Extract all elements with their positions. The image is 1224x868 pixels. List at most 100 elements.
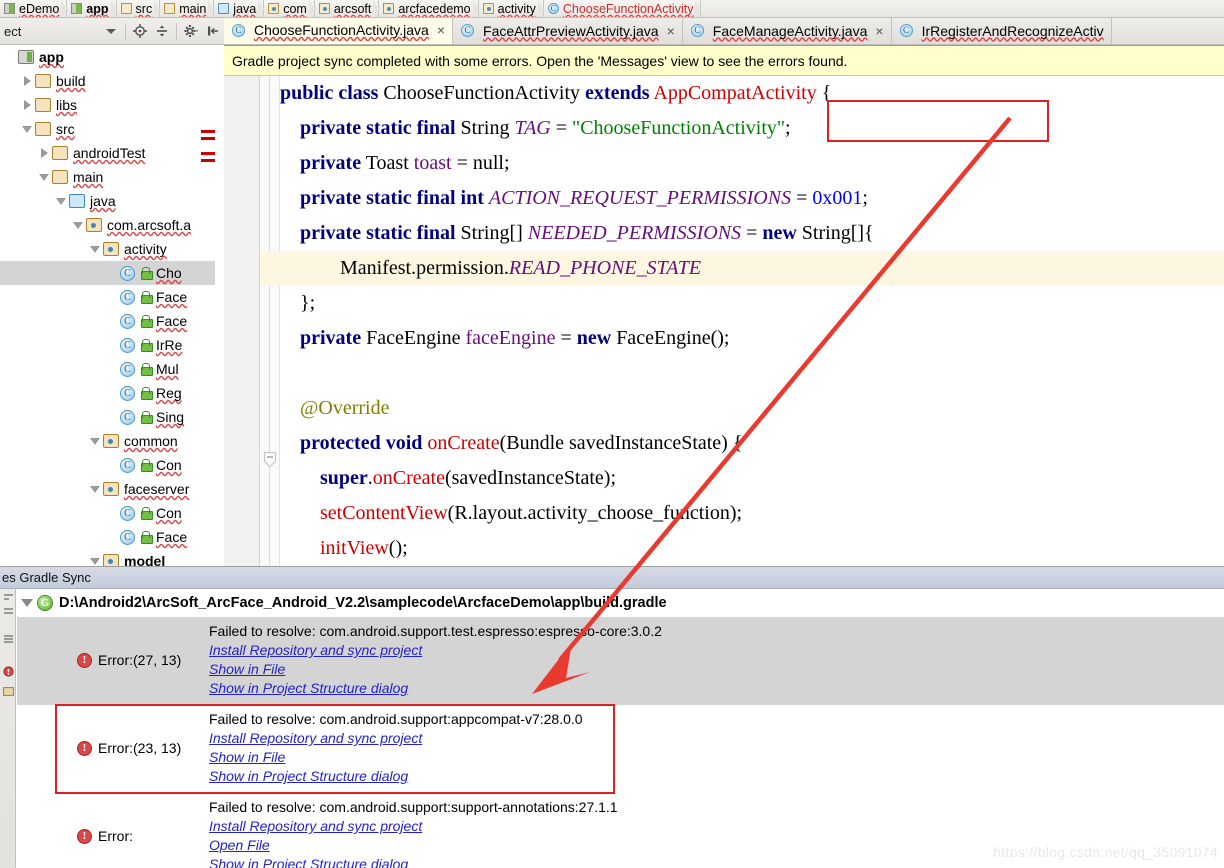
error-stripe [201,130,215,133]
tree-item-cho[interactable]: C Cho [0,261,215,285]
tree-item-build[interactable]: build [0,69,215,93]
error-action-link-install-repository-and-sync-project[interactable]: Install Repository and sync project [209,817,422,836]
breadcrumb-item-java[interactable]: java [214,0,265,17]
error-action-link-show-in-project-structure-dialog[interactable]: Show in Project Structure dialog [209,855,408,868]
tree-item-label: Face [156,529,188,545]
panel-side-toolbar[interactable] [0,589,16,868]
folder-icon [35,98,51,112]
error-action-link-show-in-file[interactable]: Show in File [209,660,285,679]
error-action-link-install-repository-and-sync-project[interactable]: Install Repository and sync project [209,641,422,660]
locate-icon[interactable] [129,20,151,42]
chevron-down-icon[interactable] [87,245,103,253]
chevron-down-icon[interactable] [87,485,103,493]
tree-item-sing[interactable]: C Sing [0,405,215,429]
tree-item-face[interactable]: C Face [0,525,215,549]
chevron-right-icon[interactable] [19,100,35,110]
expand-arrow-icon[interactable] [17,599,37,607]
tree-item-androidtest[interactable]: androidTest [0,141,215,165]
tree-item-common[interactable]: common [0,429,215,453]
editor-tab-choosefunctionactivity[interactable]: C ChooseFunctionActivity.java × [224,18,454,44]
breadcrumb-item-app[interactable]: app [67,0,117,17]
gradle-sync-panel-title: es Gradle Sync [0,567,1224,589]
expand-icon[interactable] [3,605,14,616]
breadcrumb-item-choosefunctionactivity[interactable]: C ChooseFunctionActivity [543,0,702,17]
watermark: https://blog.csdn.net/qq_35091074 [993,844,1218,860]
tree-item-label: app [39,49,64,65]
tree-item-main[interactable]: main [0,165,215,189]
chevron-down-icon[interactable] [19,125,35,133]
tree-item-java[interactable]: java [0,189,215,213]
source-code[interactable]: public class ChooseFunctionActivity exte… [280,76,874,566]
project-tree[interactable]: app build libs src androidTest main java com.ar… [0,45,215,570]
tree-item-libs[interactable]: libs [0,93,215,117]
package-icon [103,242,119,256]
hide-panel-icon[interactable] [202,20,224,42]
tree-item-mul[interactable]: C Mul [0,357,215,381]
tree-item-reg[interactable]: C Reg [0,381,215,405]
settings-gear-icon[interactable] [180,20,202,42]
chevron-right-icon[interactable] [36,148,52,158]
tree-item-activity[interactable]: activity [0,237,215,261]
breadcrumb-item-arcsoft[interactable]: arcsoft [314,0,380,17]
breadcrumb-item-src[interactable]: src [116,0,161,17]
tree-item-label: Sing [156,409,185,425]
editor-tab-irregisterandrecognizeactiv[interactable]: C IrRegisterAndRecognizeActiv [891,18,1112,44]
collapse-all-icon[interactable] [151,20,173,42]
tree-item-label: Cho [156,265,182,281]
error-stripe [201,137,215,140]
unlocked-padlock-icon [140,290,153,304]
list-icon[interactable] [3,633,14,644]
module-icon [18,50,34,64]
chevron-down-icon[interactable] [87,557,103,565]
chevron-right-icon[interactable] [19,76,35,86]
tree-item-irre[interactable]: C IrRe [0,333,215,357]
tree-item-con[interactable]: C Con [0,453,215,477]
breadcrumb-item-activity[interactable]: activity [478,0,545,17]
error-stripe [201,152,215,155]
error-filter-icon[interactable] [3,665,14,677]
close-icon[interactable]: × [875,23,883,39]
chevron-down-icon[interactable] [36,173,52,181]
tree-item-label: Face [156,289,188,305]
editor-tab-faceattrpreviewactivity[interactable]: C FaceAttrPreviewActivity.java × [453,18,683,44]
package-icon [103,434,119,448]
tree-item-src[interactable]: src [0,117,215,141]
chevron-down-icon[interactable] [87,437,103,445]
gradle-build-file-row[interactable]: G D:\Android2\ArcSoft_ArcFace_Android_V2… [17,589,1224,617]
editor-tab-facemanageactivity[interactable]: C FaceManageActivity.java × [682,18,892,44]
gradle-sync-results[interactable]: G D:\Android2\ArcSoft_ArcFace_Android_V2… [17,589,1224,868]
tree-item-app[interactable]: app [0,45,215,69]
breadcrumb-item-label: arcfacedemo [398,1,471,16]
chevron-down-icon[interactable] [106,28,116,34]
tree-item-con[interactable]: C Con [0,501,215,525]
module-filter-icon[interactable] [3,685,14,696]
tree-item-faceserver[interactable]: faceserver [0,477,215,501]
tree-item-face[interactable]: C Face [0,309,215,333]
breadcrumb-item-main[interactable]: main [160,0,215,17]
error-action-link-open-file[interactable]: Open File [209,836,270,855]
unlocked-padlock-icon [140,530,153,544]
chevron-down-icon[interactable] [70,221,86,229]
code-editor[interactable]: public class ChooseFunctionActivity exte… [224,76,1224,570]
close-icon[interactable]: × [667,23,675,39]
breadcrumb-item-com[interactable]: com [264,0,315,17]
close-icon[interactable]: × [437,22,445,38]
class-icon: C [120,529,135,545]
tree-item-label: faceserver [124,481,190,497]
breadcrumb-item-edemo[interactable]: eDemo [0,0,68,17]
collapse-icon[interactable] [3,591,14,602]
code-fold-strip[interactable] [260,76,280,570]
fold-marker-icon[interactable] [262,451,278,469]
tree-item-face[interactable]: C Face [0,285,215,309]
breadcrumb-item-label: ChooseFunctionActivity [562,1,694,16]
chevron-down-icon[interactable] [53,197,69,205]
editor-tabs[interactable]: C ChooseFunctionActivity.java × C FaceAttrPr… [224,18,1224,45]
class-icon: C [120,313,135,329]
tree-item-com-arcsoft-a[interactable]: com.arcsoft.a [0,213,215,237]
editor-tab-label: IrRegisterAndRecognizeActiv [921,22,1104,39]
gradle-error-entry[interactable]: ! Error:(27, 13) Failed to resolve: com.an… [17,617,1224,705]
tree-item-label: src [56,121,75,137]
error-action-link-show-in-project-structure-dialog[interactable]: Show in Project Structure dialog [209,679,408,698]
editor-tab-label: FaceAttrPreviewActivity.java [483,22,659,39]
breadcrumb-item-arcfacedemo[interactable]: arcfacedemo [379,0,479,17]
